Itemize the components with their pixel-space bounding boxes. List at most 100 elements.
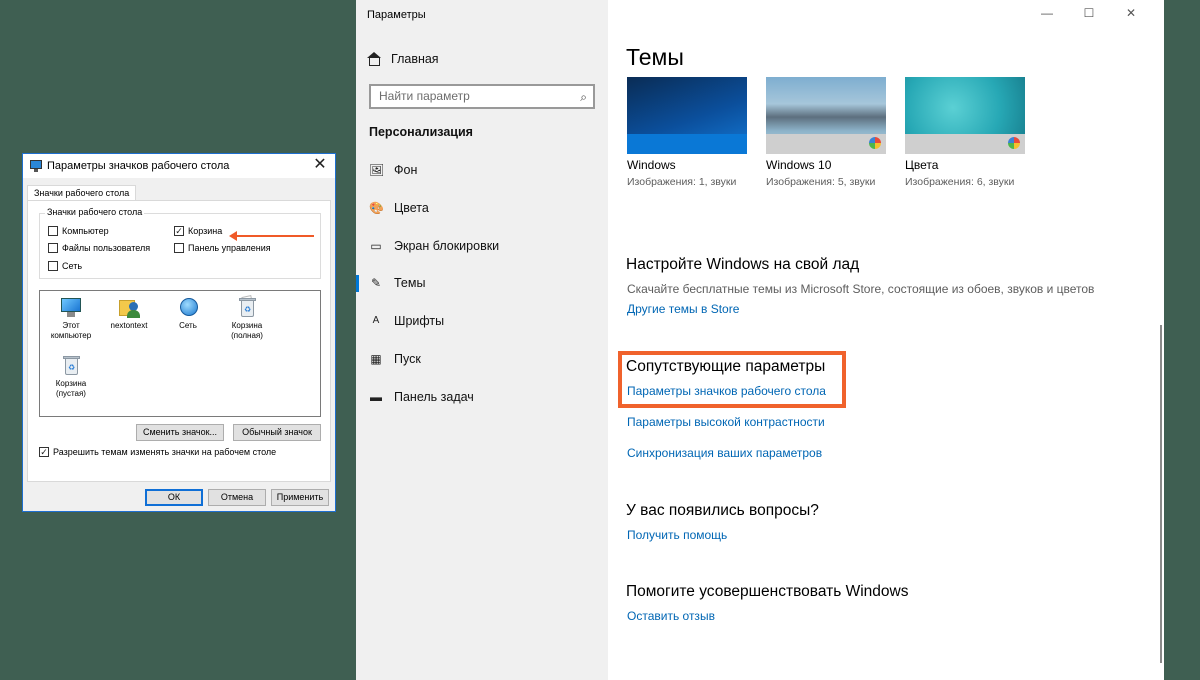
sidebar-item-taskbar[interactable]: ▬ Панель задач: [356, 382, 608, 412]
desktop-icon-item[interactable]: Сеть: [160, 296, 216, 331]
maximize-icon[interactable]: ☐: [1068, 6, 1110, 20]
ok-button[interactable]: ОК: [145, 489, 203, 506]
checkbox-label: Панель управления: [188, 243, 271, 253]
checkbox-recycle-bin[interactable]: Корзина: [174, 226, 222, 236]
group-legend: Значки рабочего стола: [45, 207, 145, 217]
taskbar-icon: ▬: [370, 390, 382, 404]
get-help-link[interactable]: Получить помощь: [627, 528, 727, 542]
annotation-arrow: [229, 231, 314, 241]
theme-name: Windows: [627, 158, 676, 172]
icon-label: Сеть: [179, 321, 197, 330]
icon-label: nextontext: [110, 321, 148, 330]
sidebar-item-label: Цвета: [394, 201, 429, 215]
checkbox-label: Корзина: [188, 226, 223, 236]
search-placeholder: Найти параметр: [379, 89, 470, 103]
sidebar-item-label: Шрифты: [394, 314, 445, 328]
store-themes-link[interactable]: Другие темы в Store: [627, 302, 739, 316]
dialog-title-bar: Параметры значков рабочего стола ✕: [23, 154, 335, 178]
lock-screen-icon: ▭: [370, 239, 382, 253]
home-icon: [367, 52, 381, 66]
apply-button[interactable]: Применить: [271, 489, 329, 506]
search-input[interactable]: Найти параметр ⌕: [369, 84, 595, 109]
close-icon[interactable]: ✕: [1110, 6, 1152, 20]
sidebar-item-home[interactable]: Главная: [356, 44, 608, 74]
image-icon: 🖼: [369, 163, 385, 177]
settings-window: Параметры Главная Найти параметр ⌕ Персо…: [356, 0, 1164, 680]
checkbox-network[interactable]: Сеть: [48, 261, 82, 271]
computer-icon: [60, 296, 82, 318]
theme-thumbnail[interactable]: [766, 77, 886, 154]
checkbox-recycle-bin-box[interactable]: [174, 226, 184, 236]
desktop-settings-icon: [30, 160, 42, 172]
sidebar-item-colors[interactable]: 🎨 Цвета: [356, 193, 608, 223]
theme-meta: Изображения: 1, звуки: [627, 176, 737, 188]
desktop-icon-settings-dialog: Параметры значков рабочего стола ✕ Значк…: [22, 153, 336, 512]
color-wheel-icon: [869, 137, 881, 149]
feedback-link[interactable]: Оставить отзыв: [627, 609, 715, 623]
cancel-button[interactable]: Отмена: [208, 489, 266, 506]
start-icon: ▦: [370, 352, 382, 366]
theme-thumbnail[interactable]: [627, 77, 747, 154]
dialog-title: Параметры значков рабочего стола: [47, 160, 230, 172]
sidebar-item-label: Экран блокировки: [394, 239, 500, 253]
checkbox-label: Разрешить темам изменять значки на рабоч…: [53, 447, 277, 457]
theme-card-windows-10[interactable]: Windows 10 Изображения: 5, звуки: [766, 77, 886, 188]
page-title: Темы: [626, 44, 684, 70]
icon-label: Корзина (пустая): [55, 379, 87, 398]
checkbox-control-panel-box[interactable]: [174, 243, 184, 253]
minimize-icon[interactable]: —: [1026, 6, 1068, 20]
color-wheel-icon: [1008, 137, 1020, 149]
checkbox-allow-themes-box[interactable]: [39, 447, 49, 457]
themes-icon: ✎: [370, 276, 382, 290]
sidebar-item-label: Пуск: [394, 352, 421, 366]
fonts-icon: A: [372, 315, 380, 326]
dialog-tab-panel: Значки рабочего стола Компьютер Корзина …: [27, 200, 331, 482]
window-controls: — ☐ ✕: [1026, 6, 1152, 20]
default-icon-button[interactable]: Обычный значок: [233, 424, 321, 441]
checkbox-label: Файлы пользователя: [62, 243, 151, 253]
theme-meta: Изображения: 5, звуки: [766, 176, 876, 188]
desktop-icon-item[interactable]: nextontext: [101, 296, 157, 331]
sidebar-item-start[interactable]: ▦ Пуск: [356, 344, 608, 374]
search-icon[interactable]: ⌕: [580, 90, 587, 105]
recycle-bin-empty-icon: ♻: [60, 354, 82, 376]
theme-name: Windows 10: [766, 158, 832, 172]
user-folder-icon: [118, 296, 140, 318]
high-contrast-link[interactable]: Параметры высокой контрастности: [627, 415, 825, 429]
settings-content: — ☐ ✕ Темы Windows Изображения: 1, звуки…: [608, 0, 1164, 680]
scrollbar[interactable]: [1160, 325, 1162, 663]
theme-meta: Изображения: 6, звуки: [905, 176, 1015, 188]
theme-card-windows[interactable]: Windows Изображения: 1, звуки: [627, 77, 747, 188]
desktop-icons-group: Значки рабочего стола Компьютер Корзина …: [39, 207, 321, 279]
theme-card-colors[interactable]: Цвета Изображения: 6, звуки: [905, 77, 1025, 188]
sidebar-item-fonts[interactable]: A Шрифты: [356, 306, 608, 336]
questions-heading: У вас появились вопросы?: [626, 502, 819, 519]
checkbox-computer[interactable]: Компьютер: [48, 226, 109, 236]
desktop-icon-item[interactable]: Этот компьютер: [43, 296, 99, 341]
sidebar-item-background[interactable]: 🖼 Фон: [356, 155, 608, 185]
icon-preview-list[interactable]: Этот компьютер nextontext Сеть ♻ Корзина…: [39, 290, 321, 417]
close-icon[interactable]: ✕: [311, 156, 329, 174]
checkbox-computer-box[interactable]: [48, 226, 58, 236]
improve-heading: Помогите усовершенствовать Windows: [626, 583, 909, 600]
desktop-icon-settings-link[interactable]: Параметры значков рабочего стола: [627, 384, 826, 398]
checkbox-user-files[interactable]: Файлы пользователя: [48, 243, 150, 253]
sidebar-item-lock-screen[interactable]: ▭ Экран блокировки: [356, 231, 608, 261]
sidebar-item-label: Панель задач: [394, 390, 474, 404]
recycle-bin-full-icon: ♻: [236, 295, 258, 318]
checkbox-allow-themes[interactable]: Разрешить темам изменять значки на рабоч…: [39, 447, 276, 457]
desktop-icon-item[interactable]: ♻ Корзина (полная): [219, 295, 275, 341]
palette-icon: 🎨: [369, 201, 384, 215]
sync-settings-link[interactable]: Синхронизация ваших параметров: [627, 446, 822, 460]
theme-thumbnail[interactable]: [905, 77, 1025, 154]
sidebar-item-themes[interactable]: ✎ Темы: [356, 268, 608, 298]
sidebar-item-label: Темы: [394, 276, 426, 290]
checkbox-user-files-box[interactable]: [48, 243, 58, 253]
checkbox-network-box[interactable]: [48, 261, 58, 271]
change-icon-button[interactable]: Сменить значок...: [136, 424, 224, 441]
settings-sidebar: Параметры Главная Найти параметр ⌕ Персо…: [356, 0, 608, 680]
checkbox-control-panel[interactable]: Панель управления: [174, 243, 271, 253]
customize-heading: Настройте Windows на свой лад: [626, 256, 860, 273]
checkbox-label: Компьютер: [62, 226, 109, 236]
desktop-icon-item[interactable]: ♻ Корзина (пустая): [43, 354, 99, 399]
